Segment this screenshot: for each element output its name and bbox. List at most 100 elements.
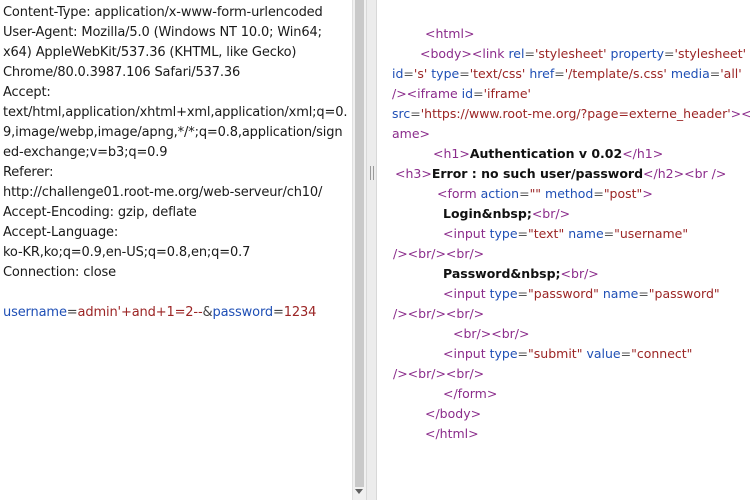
code-token-tag: <br/> [531, 206, 571, 221]
param-equals: = [273, 305, 284, 320]
request-line: http://challenge01.root-me.org/web-serve… [3, 185, 323, 200]
code-token-plain: = [524, 46, 535, 61]
code-token-tag: <h3> [395, 166, 432, 181]
code-token-attr: id [461, 86, 474, 101]
code-token-plain: = [517, 346, 529, 361]
code-token-plain: = [519, 186, 530, 201]
code-token-val: "password" [648, 286, 720, 301]
param-equals: = [66, 305, 78, 320]
code-token-tag: </form> [443, 386, 498, 401]
code-token-plain: = [664, 46, 675, 61]
request-line: Accept-Encoding: gzip, deflate [3, 205, 197, 220]
response-line: <html> [425, 24, 474, 44]
param-username-key: username [3, 305, 67, 320]
response-line: </form> [443, 384, 497, 404]
code-token-attr: property [610, 46, 665, 61]
code-token-tag: <input [443, 346, 490, 361]
response-line: /><iframe id='iframe' [392, 84, 531, 104]
code-token-tag: > [642, 186, 653, 201]
code-token-plain: = [517, 286, 529, 301]
code-token-txt: Authentication v 0.02 [469, 146, 623, 161]
code-token-tag: <link [471, 46, 509, 61]
code-token-attr: name [568, 226, 604, 241]
request-line: ed-exchange;v=b3;q=0.9 [3, 145, 168, 160]
response-line: ame> [392, 124, 430, 144]
code-token-attr: media [670, 66, 710, 81]
response-pane[interactable]: <html> <body><link rel='stylesheet' prope… [385, 0, 750, 500]
code-token-val: "connect" [631, 346, 693, 361]
code-token-tag: /><br/><br/> [393, 366, 485, 381]
code-token-plain: = [593, 186, 604, 201]
request-scrollbar[interactable] [352, 0, 366, 500]
code-token-txt: Login&nbsp; [443, 206, 532, 221]
response-line: Login&nbsp;<br/> [443, 204, 570, 224]
response-line: <h1>Authentication v 0.02</h1> [433, 144, 663, 164]
code-token-txt: Error : no such user/password [431, 166, 644, 181]
code-token-txt: Password&nbsp; [443, 266, 561, 281]
response-line: id='s' type='text/css' href='/template/s… [392, 64, 742, 84]
code-token-val: "" [529, 186, 542, 201]
request-line: x64) AppleWebKit/537.36 (KHTML, like Gec… [3, 45, 297, 60]
code-token-tag: </html> [425, 426, 479, 441]
code-token-plain: = [603, 226, 615, 241]
request-body-params: username=admin'+and+1=2--&password=1234 [3, 303, 316, 323]
response-line: Password&nbsp;<br/> [443, 264, 599, 284]
response-line: src='https://www.root-me.org/?page=exter… [392, 104, 750, 124]
code-token-val: '/template/s.css' [564, 66, 667, 81]
code-token-attr: type [431, 66, 460, 81]
code-token-tag: <body> [420, 46, 472, 61]
request-line: ko-KR,ko;q=0.9,en-US;q=0.8,en;q=0.7 [3, 245, 251, 260]
code-token-tag: /><br/><br/> [393, 306, 485, 321]
code-token-tag: <br/> [560, 266, 599, 281]
code-token-plain: = [459, 66, 470, 81]
request-line: 9,image/webp,image/apng,*/*;q=0.8,applic… [3, 125, 343, 140]
code-token-val: 'all' [720, 66, 742, 81]
response-line: </body> [425, 404, 481, 424]
code-token-val: "password" [528, 286, 599, 301]
code-token-attr: href [529, 66, 555, 81]
code-token-tag: </h2> [643, 166, 685, 181]
code-token-plain: = [554, 66, 565, 81]
response-line: <br/><br/> [453, 324, 529, 344]
code-token-plain: = [620, 346, 632, 361]
code-token-plain: = [410, 106, 421, 121]
param-username-value: admin'+and+1=2-- [77, 305, 203, 320]
code-token-plain: = [638, 286, 649, 301]
code-token-tag: <html> [425, 26, 475, 41]
code-token-attr: name [602, 286, 639, 301]
code-token-tag: ></if [730, 106, 750, 121]
request-line: User-Agent: Mozilla/5.0 (Windows NT 10.0… [3, 25, 322, 40]
code-token-attr: rel [508, 46, 525, 61]
response-line: <form action="" method="post"> [437, 184, 653, 204]
code-token-val: "submit" [528, 346, 583, 361]
code-token-tag: </h1> [622, 146, 664, 161]
request-line: text/html,application/xhtml+xml,applicat… [3, 105, 348, 120]
code-token-attr: type [489, 346, 518, 361]
response-line: <h3>Error : no such user/password</h2><b… [395, 164, 726, 184]
code-token-attr: type [489, 226, 518, 241]
code-token-val: 'stylesheet' [674, 46, 747, 61]
param-password-key: password [212, 305, 274, 320]
request-line: Accept-Language: [3, 225, 119, 240]
splitter-grip-icon[interactable] [370, 166, 374, 180]
request-line: Accept: [3, 85, 51, 100]
code-token-val: "text" [528, 226, 565, 241]
code-token-attr: type [489, 286, 518, 301]
response-line: /><br/><br/> [393, 244, 484, 264]
pane-splitter[interactable] [366, 0, 377, 500]
request-pane[interactable]: Content-Type: application/x-www-form-url… [0, 0, 352, 500]
scroll-down-arrow-icon[interactable] [355, 489, 363, 494]
code-token-tag: /><br/><br/> [393, 246, 485, 261]
code-token-val: "post" [603, 186, 643, 201]
response-line: <body><link rel='stylesheet' property='s… [420, 44, 746, 64]
code-token-tag: <br/><br/> [453, 326, 530, 341]
response-line: <input type="submit" value="connect" [443, 344, 692, 364]
code-token-tag: <input [443, 286, 490, 301]
code-token-tag: <form [437, 186, 481, 201]
request-line: Connection: close [3, 265, 117, 280]
request-line: Referer: [3, 165, 54, 180]
scrollbar-thumb[interactable] [355, 0, 364, 487]
code-token-attr: id [392, 66, 404, 81]
code-token-val: 'iframe' [483, 86, 531, 101]
code-token-attr: src [392, 106, 411, 121]
